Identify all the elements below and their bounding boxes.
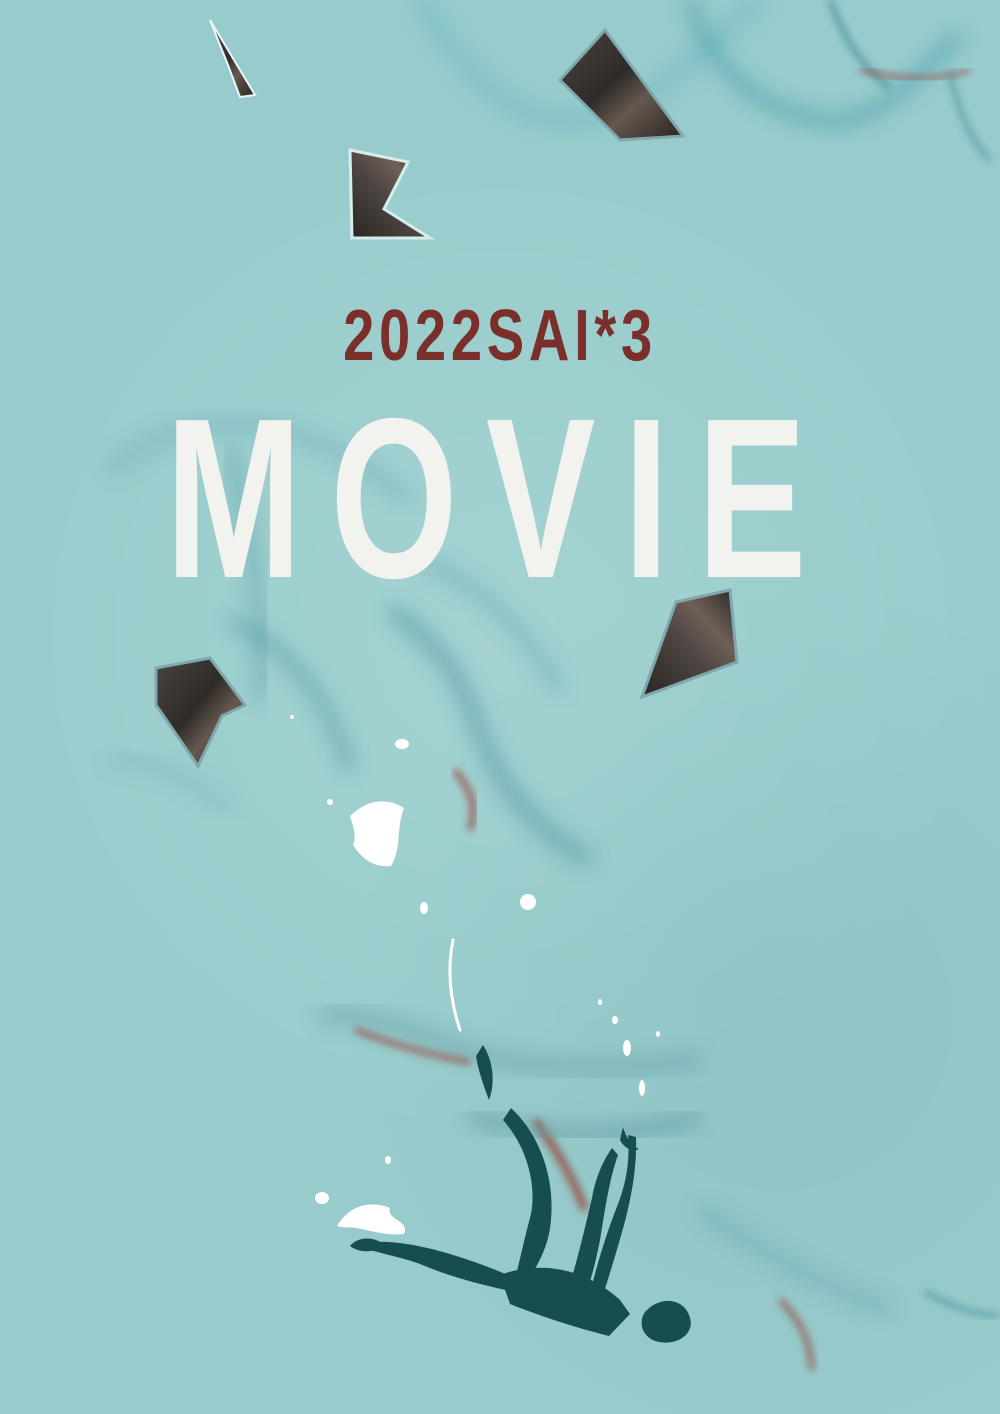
splash — [395, 739, 409, 749]
splash — [612, 1016, 618, 1024]
vein-path — [109, 756, 233, 814]
splash — [350, 801, 404, 867]
shard — [209, 19, 257, 99]
splash — [337, 1204, 405, 1235]
shard — [348, 148, 436, 240]
splash — [420, 902, 428, 914]
splash — [290, 715, 294, 719]
splash — [656, 1031, 660, 1037]
vein-path — [778, 1298, 815, 1371]
vein-path — [924, 1290, 999, 1317]
vein-path — [386, 605, 593, 866]
water-splashes — [290, 715, 660, 1235]
poster-title: MOVIE — [165, 372, 835, 626]
vein-path — [696, 1205, 892, 1316]
splash — [385, 1156, 391, 1164]
splash — [448, 938, 462, 1032]
vein-path — [948, 71, 992, 162]
vein-path — [228, 616, 354, 772]
vein-path — [452, 768, 477, 831]
vein-path — [319, 1009, 701, 1074]
figure-head — [641, 1300, 691, 1343]
shard — [154, 656, 248, 769]
splash — [623, 1040, 631, 1056]
poster: 2022SAI*3 MOVIE — [0, 0, 1000, 1414]
poster-subtitle: 2022SAI*3 — [343, 296, 657, 376]
background-art — [106, 0, 999, 1371]
splash — [315, 1192, 329, 1204]
splash — [639, 1080, 645, 1096]
splash — [598, 999, 602, 1005]
cracked-veins — [106, 0, 999, 1371]
splash — [520, 894, 536, 910]
splash — [327, 799, 333, 805]
